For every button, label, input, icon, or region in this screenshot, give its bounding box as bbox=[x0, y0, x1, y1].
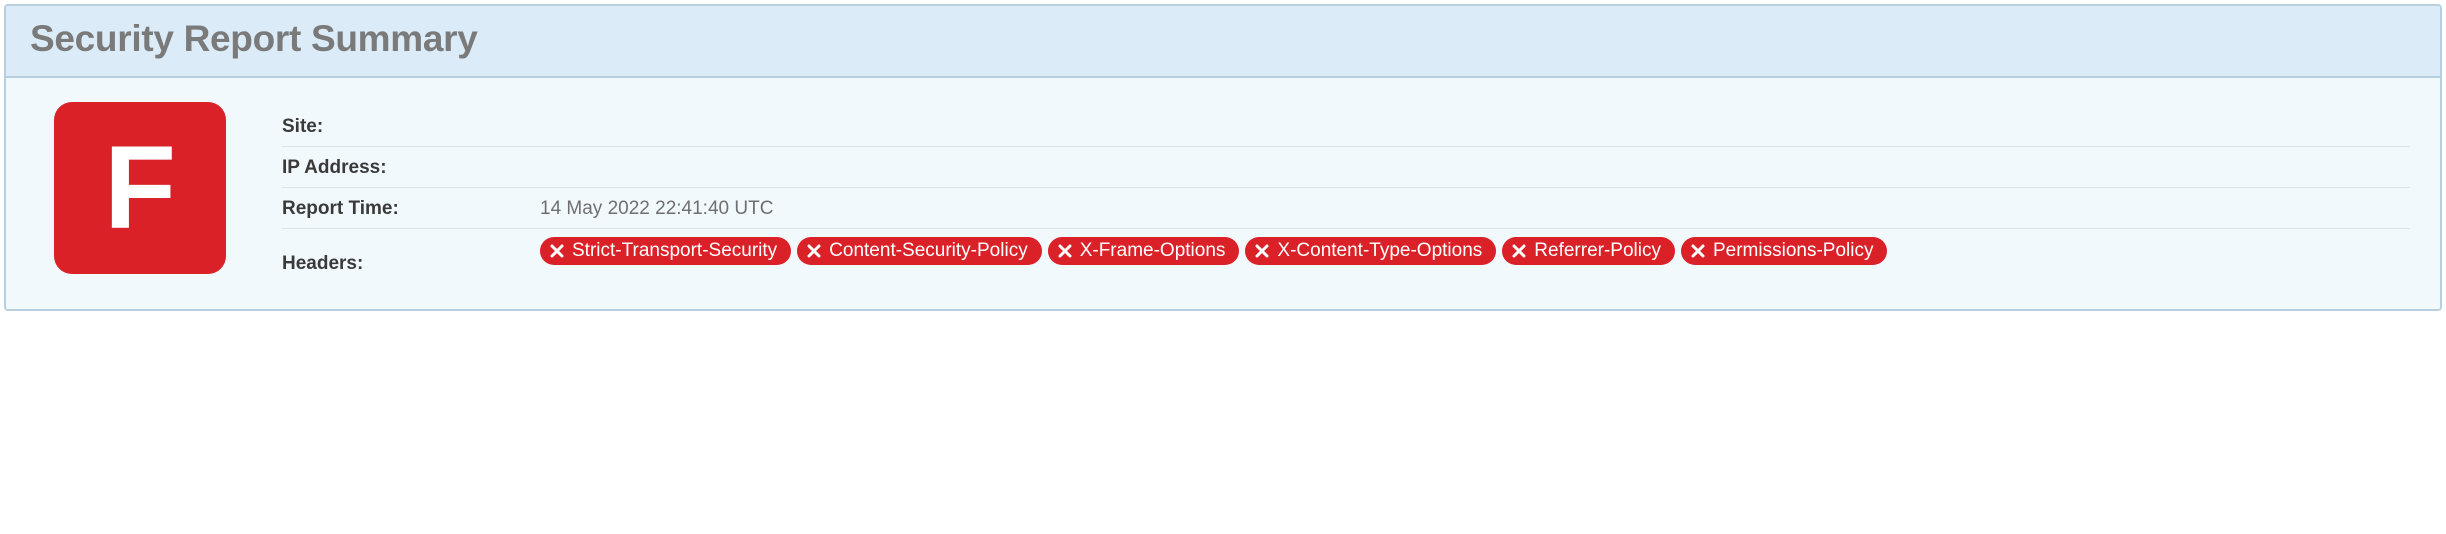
ip-value bbox=[540, 155, 2410, 157]
row-site: Site: bbox=[282, 106, 2410, 147]
details-table: Site: IP Address: Report Time: 14 May 20… bbox=[282, 102, 2410, 283]
grade-letter: F bbox=[104, 129, 176, 247]
row-headers: Headers: Strict-Transport-Security Conten… bbox=[282, 229, 2410, 283]
x-icon bbox=[807, 244, 821, 258]
report-time-value: 14 May 2022 22:41:40 UTC bbox=[540, 196, 2410, 220]
header-badges: Strict-Transport-Security Content-Securit… bbox=[540, 237, 2410, 265]
header-badge-label: X-Frame-Options bbox=[1080, 240, 1226, 262]
header-badge: Strict-Transport-Security bbox=[540, 237, 791, 265]
grade-badge: F bbox=[54, 102, 226, 274]
header-badge: Permissions-Policy bbox=[1681, 237, 1887, 265]
header-badge: X-Content-Type-Options bbox=[1245, 237, 1496, 265]
x-icon bbox=[1058, 244, 1072, 258]
header-badge-label: Permissions-Policy bbox=[1713, 240, 1873, 262]
header-badge-label: Content-Security-Policy bbox=[829, 240, 1028, 262]
row-ip: IP Address: bbox=[282, 147, 2410, 188]
x-icon bbox=[1512, 244, 1526, 258]
header-badge: X-Frame-Options bbox=[1048, 237, 1240, 265]
header-badge: Referrer-Policy bbox=[1502, 237, 1675, 265]
x-icon bbox=[550, 244, 564, 258]
site-label: Site: bbox=[282, 114, 540, 138]
header-badge-label: Strict-Transport-Security bbox=[572, 240, 777, 262]
panel-header: Security Report Summary bbox=[6, 6, 2440, 78]
panel-body: F Site: IP Address: Report Time: 14 May … bbox=[6, 78, 2440, 309]
header-badge-label: Referrer-Policy bbox=[1534, 240, 1661, 262]
report-time-label: Report Time: bbox=[282, 196, 540, 220]
security-report-panel: Security Report Summary F Site: IP Addre… bbox=[4, 4, 2442, 311]
ip-label: IP Address: bbox=[282, 155, 540, 179]
x-icon bbox=[1691, 244, 1705, 258]
headers-label: Headers: bbox=[282, 237, 540, 275]
panel-title: Security Report Summary bbox=[30, 18, 2416, 60]
header-badge-label: X-Content-Type-Options bbox=[1277, 240, 1482, 262]
row-report-time: Report Time: 14 May 2022 22:41:40 UTC bbox=[282, 188, 2410, 229]
header-badge: Content-Security-Policy bbox=[797, 237, 1042, 265]
x-icon bbox=[1255, 244, 1269, 258]
site-value bbox=[540, 114, 2410, 116]
